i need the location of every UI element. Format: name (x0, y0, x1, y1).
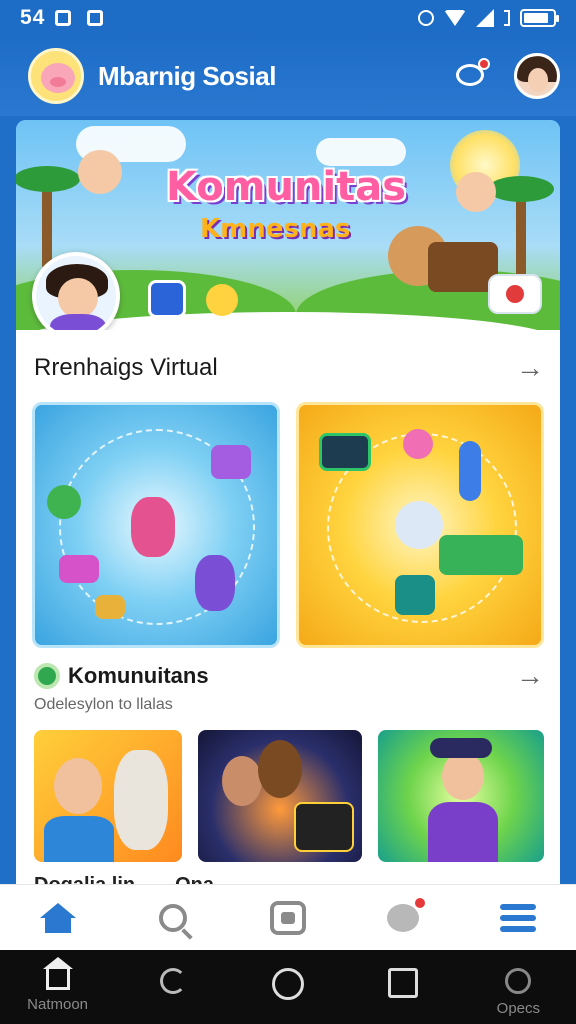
microphone-illustration (459, 441, 481, 501)
app-title: Mbarnig Sosial (98, 60, 276, 91)
system-recents-button[interactable] (348, 968, 458, 998)
system-circle-button[interactable] (233, 968, 343, 1000)
banner-subtitle: Kmnesnas (200, 214, 351, 244)
cloud-illustration (316, 138, 406, 166)
card-illustration (59, 555, 99, 583)
keyboard-illustration (439, 535, 523, 575)
alarm-icon (418, 10, 434, 26)
play-button-illustration (395, 575, 435, 615)
bluetooth-icon (504, 10, 510, 26)
system-options-button[interactable]: Opecs (463, 968, 573, 1017)
system-home-label: Natmoon (27, 996, 89, 1013)
balloon-illustration (403, 429, 433, 459)
home-icon (39, 902, 76, 933)
search-icon (158, 903, 187, 932)
nav-search[interactable] (143, 893, 203, 943)
nav-messages[interactable] (373, 893, 433, 943)
dog-illustration (258, 740, 302, 798)
hat-illustration (430, 738, 492, 758)
circle-icon (271, 968, 304, 1000)
nav-media[interactable] (258, 893, 318, 943)
report-button[interactable] (488, 274, 542, 314)
badge-icon[interactable] (148, 280, 186, 318)
status-bar: 54 (0, 0, 576, 36)
back-icon (159, 968, 186, 994)
house-icon (42, 957, 73, 990)
character-illustration (456, 172, 496, 212)
nav-menu[interactable] (488, 893, 548, 943)
chat-bubble-illustration (211, 445, 251, 479)
community-icon (34, 663, 60, 689)
cartoon-kid-illustration (131, 497, 175, 557)
chat-icon[interactable] (454, 58, 490, 94)
arrow-right-icon[interactable]: → (516, 352, 544, 384)
signal-icon (476, 9, 494, 27)
community-banner[interactable]: Komunitas Kmnesnas (16, 120, 560, 330)
arrow-right-icon[interactable]: → (516, 660, 544, 692)
emoji-badge-icon[interactable] (206, 284, 238, 316)
poster-illustration (294, 802, 354, 852)
community-section-header[interactable]: Komunuitans → (34, 660, 544, 692)
app-header: Mbarnig Sosial (0, 36, 576, 116)
character-illustration (78, 150, 122, 194)
palm-tree-illustration (16, 166, 80, 270)
cartoon-boy-illustration (195, 555, 235, 611)
gold-blocks-illustration (95, 595, 125, 619)
person-illustration (54, 758, 102, 814)
system-navigation-bar: Natmoon Opecs (0, 950, 576, 1024)
person-illustration (442, 752, 484, 800)
magnifier-icon (505, 968, 532, 994)
message-notification-dot (413, 895, 428, 910)
system-home-button[interactable]: Natmoon (3, 957, 113, 1013)
avatar-icon[interactable] (514, 53, 560, 99)
nav-home[interactable] (28, 893, 88, 943)
chat-notification-dot (478, 58, 490, 70)
app-icon (87, 10, 104, 26)
monster-illustration (47, 485, 81, 519)
disc-illustration (395, 501, 443, 549)
community-thumbnail[interactable] (378, 730, 544, 862)
virtual-tile-music[interactable] (296, 402, 544, 648)
system-back-button[interactable] (118, 968, 228, 994)
virtual-section-header[interactable]: Rrenhaigs Virtual → (34, 352, 544, 384)
cat-illustration (114, 750, 168, 850)
alert-icon (506, 285, 524, 303)
virtual-tile-games[interactable] (32, 402, 280, 648)
person-illustration (222, 756, 262, 806)
palm-tree-illustration (488, 176, 554, 280)
logo-pig-icon[interactable] (28, 48, 84, 104)
profile-avatar[interactable] (32, 252, 120, 330)
wifi-icon (444, 10, 466, 26)
status-time: 54 (20, 6, 46, 29)
community-title: Komunuitans (68, 663, 209, 688)
banner-title: Komunitas (166, 164, 407, 210)
community-thumbnail[interactable] (198, 730, 362, 862)
bottom-navigation (0, 884, 576, 950)
system-options-label: Opecs (496, 1000, 541, 1017)
shirt-illustration (428, 802, 498, 862)
notification-icon (55, 10, 72, 26)
media-icon (269, 900, 306, 935)
community-thumbnail[interactable] (34, 730, 182, 862)
square-icon (388, 968, 419, 998)
message-icon (387, 895, 428, 932)
music-screen-illustration (319, 433, 371, 471)
shirt-illustration (44, 816, 114, 862)
battery-icon (520, 9, 559, 27)
community-subtitle: Odelesylon to llalas (34, 696, 173, 713)
main-card: Komunitas Kmnesnas Rrenhaigs Virtual → K… (16, 120, 560, 900)
menu-icon (500, 903, 537, 932)
section-title: Rrenhaigs Virtual (34, 354, 218, 381)
